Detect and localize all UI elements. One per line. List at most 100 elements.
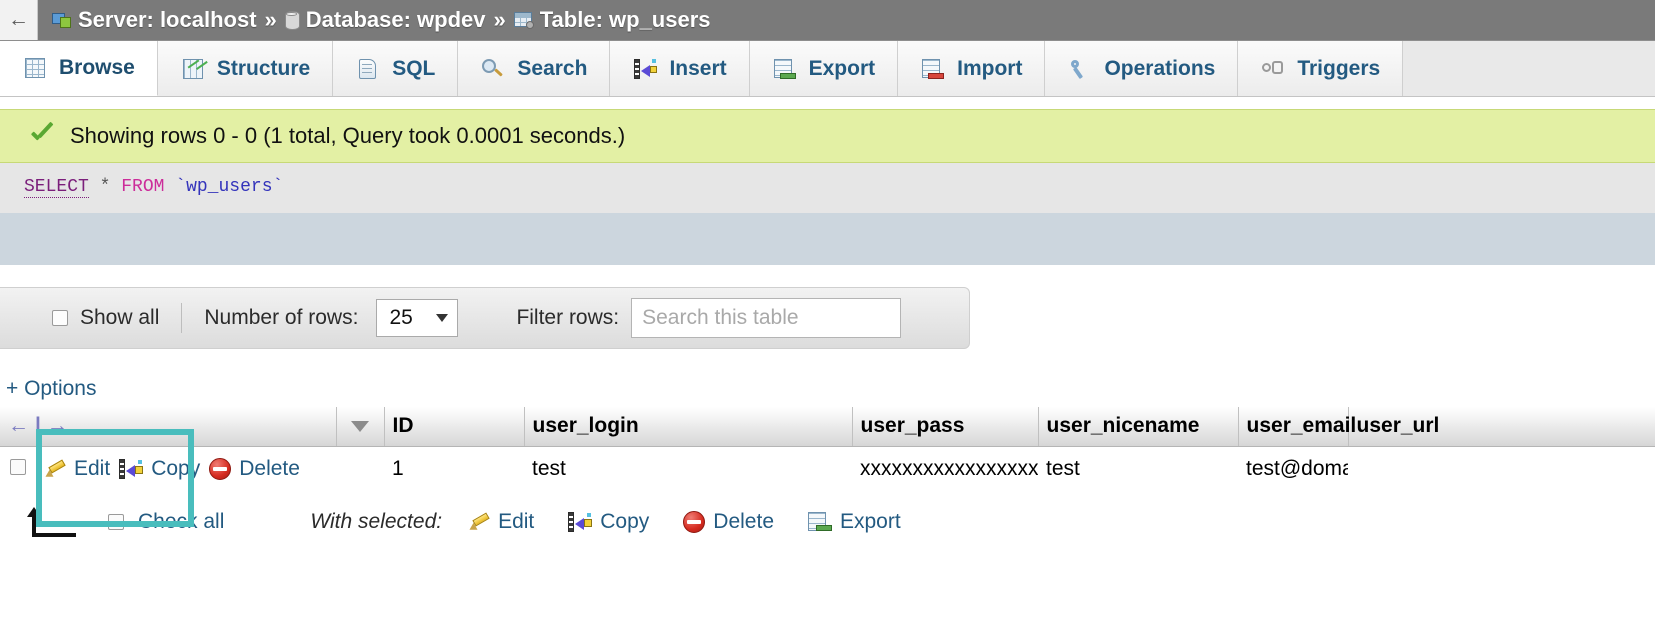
- sql-actions-footer: [0, 213, 1655, 265]
- tab-sql[interactable]: SQL: [333, 41, 459, 96]
- filter-rows-placeholder: Search this table: [642, 306, 799, 329]
- copy-icon: [119, 459, 144, 479]
- column-header-user-url[interactable]: user_url: [1348, 407, 1655, 447]
- cell-id: 1: [392, 457, 404, 480]
- breadcrumb-bar: ← Server: localhost » Database: wpdev » …: [0, 0, 1655, 41]
- row-edit-label: Edit: [74, 457, 111, 480]
- column-header-user-login[interactable]: user_login: [524, 407, 853, 447]
- bulk-export-label: Export: [840, 510, 901, 533]
- row-navigation-arrows: ← | →: [8, 414, 328, 438]
- row-checkbox[interactable]: [10, 459, 26, 475]
- bulk-edit-action[interactable]: Edit: [468, 510, 534, 534]
- tab-insert-label: Insert: [669, 56, 727, 80]
- row-actions-cell: Edit Copy Delete: [36, 447, 384, 492]
- row-delete-label: Delete: [239, 457, 300, 480]
- number-of-rows-value: 25: [389, 306, 413, 329]
- pencil-icon: [468, 512, 490, 532]
- pencil-icon: [44, 459, 66, 479]
- column-header-user-pass[interactable]: user_pass: [852, 407, 1039, 447]
- actions-column-header: ← | →: [0, 407, 337, 447]
- cell-user-nicename: test: [1046, 457, 1080, 480]
- table-row: Edit Copy Delete 1 test xxxxxxxxxxxxxxxx…: [0, 447, 1655, 492]
- controls-divider: [181, 303, 183, 333]
- sql-query-display[interactable]: SELECT * FROM `wp_users`: [0, 163, 1655, 213]
- green-check-icon: [30, 125, 56, 147]
- tab-triggers-label: Triggers: [1297, 56, 1381, 80]
- sql-keyword-select[interactable]: SELECT: [24, 177, 89, 198]
- tab-import[interactable]: Import: [898, 41, 1046, 96]
- browse-icon: [22, 56, 48, 80]
- cell-user-email: test@domain.com: [1246, 457, 1348, 480]
- number-of-rows-label: Number of rows:: [204, 306, 359, 329]
- bulk-edit-label: Edit: [498, 510, 535, 533]
- main-tab-bar: Browse Structure SQL Search Insert Expor…: [0, 41, 1655, 97]
- column-header-id[interactable]: ID: [384, 407, 525, 447]
- arrow-left-icon[interactable]: ←: [8, 414, 29, 438]
- row-copy-action[interactable]: Copy: [119, 457, 200, 481]
- breadcrumb-separator-2: »: [493, 7, 506, 32]
- show-all-checkbox[interactable]: [52, 310, 68, 326]
- tab-operations[interactable]: Operations: [1045, 41, 1239, 96]
- table-controls-wrapper: Show all Number of rows: 25 Filter rows:…: [0, 287, 970, 349]
- export-icon: [772, 57, 798, 81]
- row-select-cell: [0, 447, 36, 492]
- bulk-delete-action[interactable]: Delete: [683, 510, 774, 534]
- filter-rows-input[interactable]: Search this table: [631, 298, 902, 338]
- triggers-icon: [1260, 57, 1286, 81]
- wrench-icon: [1067, 57, 1093, 81]
- tab-sql-label: SQL: [392, 56, 436, 80]
- results-table: ← | → ID user_login user_pass user_nicen…: [0, 407, 1655, 491]
- tab-browse[interactable]: Browse: [0, 41, 158, 96]
- tab-structure[interactable]: Structure: [157, 41, 334, 96]
- bulk-actions-row: Check all With selected: Edit Copy Delet…: [0, 507, 1655, 537]
- database-icon: [284, 10, 300, 30]
- number-of-rows-select[interactable]: 25: [376, 299, 459, 337]
- select-all-arrow-icon: [18, 507, 80, 537]
- breadcrumb-separator-1: »: [264, 7, 277, 32]
- sql-keyword-from: FROM: [121, 177, 165, 197]
- tab-search[interactable]: Search: [458, 41, 611, 96]
- sort-dropdown-header[interactable]: [336, 407, 385, 447]
- sort-caret-icon: [351, 421, 370, 432]
- sql-star: *: [99, 177, 111, 197]
- options-toggle-link[interactable]: + Options: [6, 377, 96, 401]
- export-icon: [808, 512, 832, 532]
- with-selected-label: With selected:: [310, 510, 443, 533]
- delete-icon: [209, 458, 232, 480]
- table-controls-bar: Show all Number of rows: 25 Filter rows:…: [0, 287, 970, 349]
- tab-triggers[interactable]: Triggers: [1238, 41, 1404, 96]
- back-button[interactable]: ←: [0, 0, 38, 40]
- row-copy-label: Copy: [151, 457, 201, 480]
- breadcrumb: Server: localhost » Database: wpdev » Ta…: [52, 7, 711, 33]
- arrow-right-icon[interactable]: →: [47, 414, 68, 438]
- insert-icon: [632, 57, 658, 81]
- row-edit-action[interactable]: Edit: [44, 457, 110, 481]
- bulk-copy-label: Copy: [600, 510, 650, 533]
- tab-search-label: Search: [517, 56, 588, 80]
- sql-identifier: `wp_users`: [175, 177, 284, 197]
- column-header-user-email[interactable]: user_email: [1238, 407, 1356, 447]
- table-header-row: ← | → ID user_login user_pass user_nicen…: [0, 407, 1655, 447]
- cell-user-pass: xxxxxxxxxxxxxxxxxxxxxxxxxxxxxx: [860, 457, 1039, 480]
- column-header-user-nicename[interactable]: user_nicename: [1038, 407, 1239, 447]
- tab-insert[interactable]: Insert: [610, 41, 750, 96]
- row-delete-action[interactable]: Delete: [209, 457, 300, 481]
- bulk-copy-action[interactable]: Copy: [568, 510, 649, 534]
- tab-bar-filler: [1403, 41, 1655, 96]
- check-all-label[interactable]: Check all: [138, 510, 224, 534]
- tab-export[interactable]: Export: [749, 41, 899, 96]
- column-resize-handle[interactable]: |: [35, 414, 41, 438]
- breadcrumb-server[interactable]: Server: localhost: [78, 7, 257, 33]
- chevron-down-icon: [436, 314, 449, 322]
- breadcrumb-table[interactable]: Table: wp_users: [540, 7, 711, 33]
- query-result-block: Showing rows 0 - 0 (1 total, Query took …: [0, 109, 1655, 265]
- tab-browse-label: Browse: [59, 56, 135, 79]
- filter-rows-label: Filter rows:: [516, 306, 620, 329]
- structure-icon: [180, 57, 206, 81]
- show-all-label[interactable]: Show all: [80, 306, 159, 330]
- tab-import-label: Import: [957, 56, 1023, 80]
- check-all-checkbox[interactable]: [108, 514, 124, 530]
- delete-icon: [683, 511, 706, 533]
- bulk-export-action[interactable]: Export: [808, 510, 901, 534]
- breadcrumb-database[interactable]: Database: wpdev: [306, 7, 486, 33]
